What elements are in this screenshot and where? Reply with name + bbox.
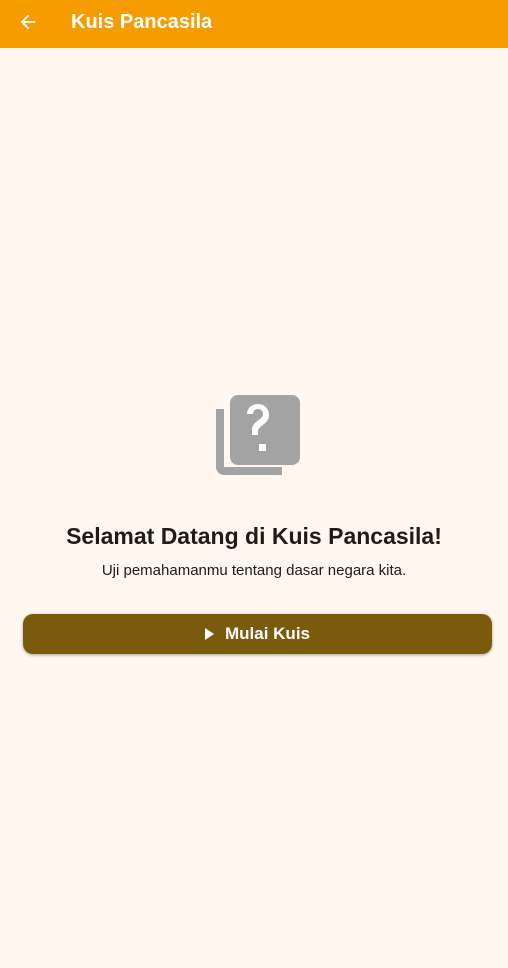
play-icon [204, 628, 214, 640]
app-title: Kuis Pancasila [71, 11, 213, 33]
main-content: Selamat Datang di Kuis Pancasila! Uji pe… [0, 48, 508, 968]
back-button[interactable] [14, 8, 42, 36]
start-quiz-label: Mulai Kuis [224, 624, 310, 643]
welcome-subtitle: Uji pemahamanmu tentang dasar negara kit… [101, 562, 407, 579]
arrow-back-icon [20, 14, 36, 30]
app-bar: Kuis Pancasila [0, 0, 508, 48]
quiz-question-icon [216, 395, 300, 475]
welcome-title: Selamat Datang di Kuis Pancasila! [66, 523, 442, 549]
start-quiz-button[interactable]: Mulai Kuis [23, 614, 492, 654]
